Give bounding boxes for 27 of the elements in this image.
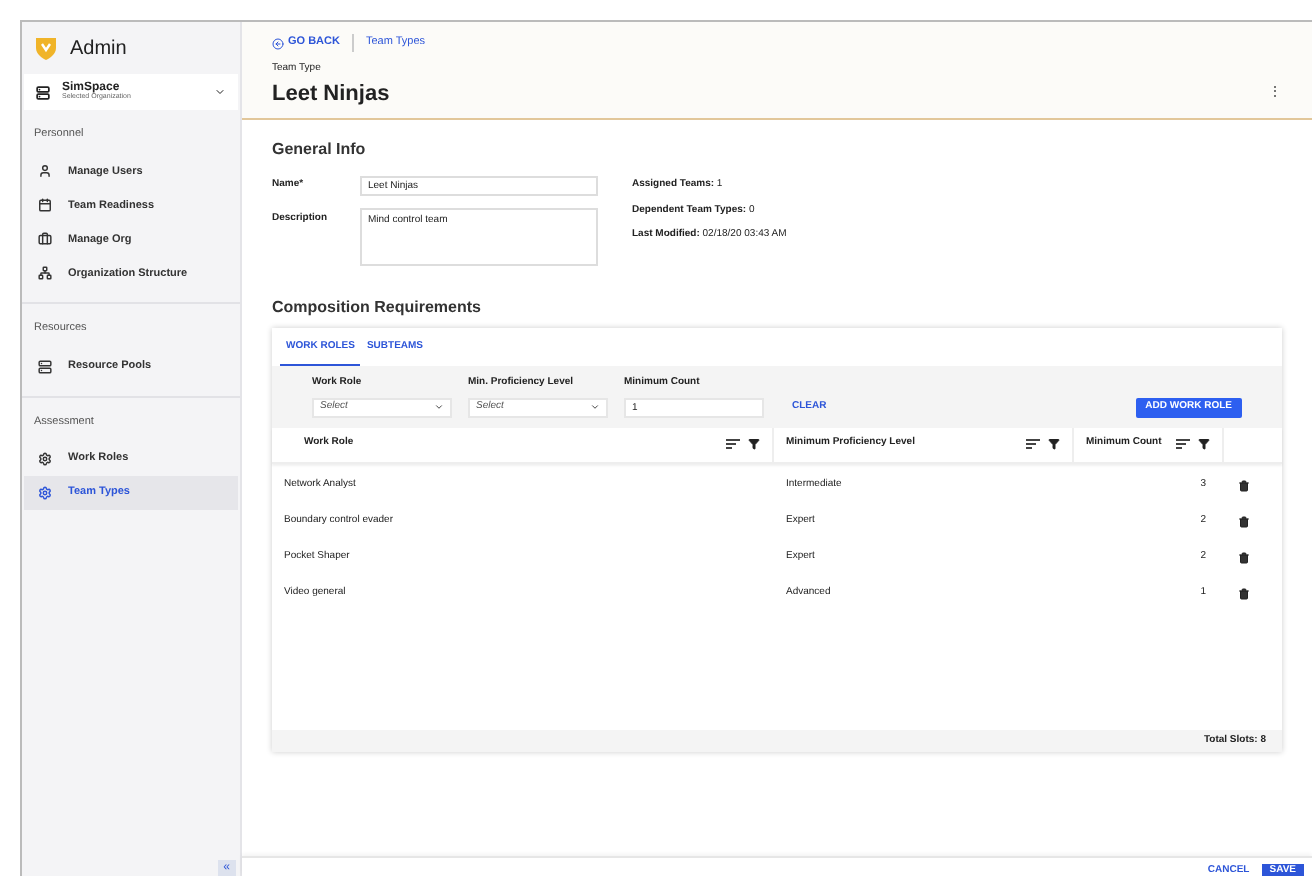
tree-icon: [38, 266, 52, 281]
gear-icon: [38, 485, 52, 500]
sort-icon[interactable]: [726, 438, 740, 450]
calendar-icon: [38, 198, 52, 213]
back-arrow-icon: [272, 37, 284, 49]
server-icon: [38, 359, 52, 373]
caret-icon: [434, 402, 444, 412]
app-title: Admin: [70, 35, 127, 63]
sort-icon[interactable]: [1176, 438, 1190, 450]
delete-icon[interactable]: [1238, 587, 1250, 599]
page-title: Leet Ninjas: [272, 79, 390, 109]
section-heading: General Info: [272, 138, 368, 162]
shield-logo-icon: [34, 36, 58, 60]
filter-icon[interactable]: [1198, 438, 1210, 450]
filter-icon[interactable]: [1048, 438, 1060, 450]
caret-icon: [590, 402, 600, 412]
delete-icon[interactable]: [1238, 515, 1250, 527]
user-icon: [38, 164, 52, 179]
delete-icon[interactable]: [1238, 551, 1250, 563]
caret-icon: [214, 86, 226, 98]
sort-icon[interactable]: [1026, 438, 1040, 450]
section-heading: Composition Requirements: [272, 296, 483, 320]
briefcase-icon: [38, 232, 52, 247]
server-icon: [36, 85, 50, 99]
gear-icon: [38, 451, 52, 466]
delete-icon[interactable]: [1238, 479, 1250, 491]
filter-icon[interactable]: [748, 438, 760, 450]
